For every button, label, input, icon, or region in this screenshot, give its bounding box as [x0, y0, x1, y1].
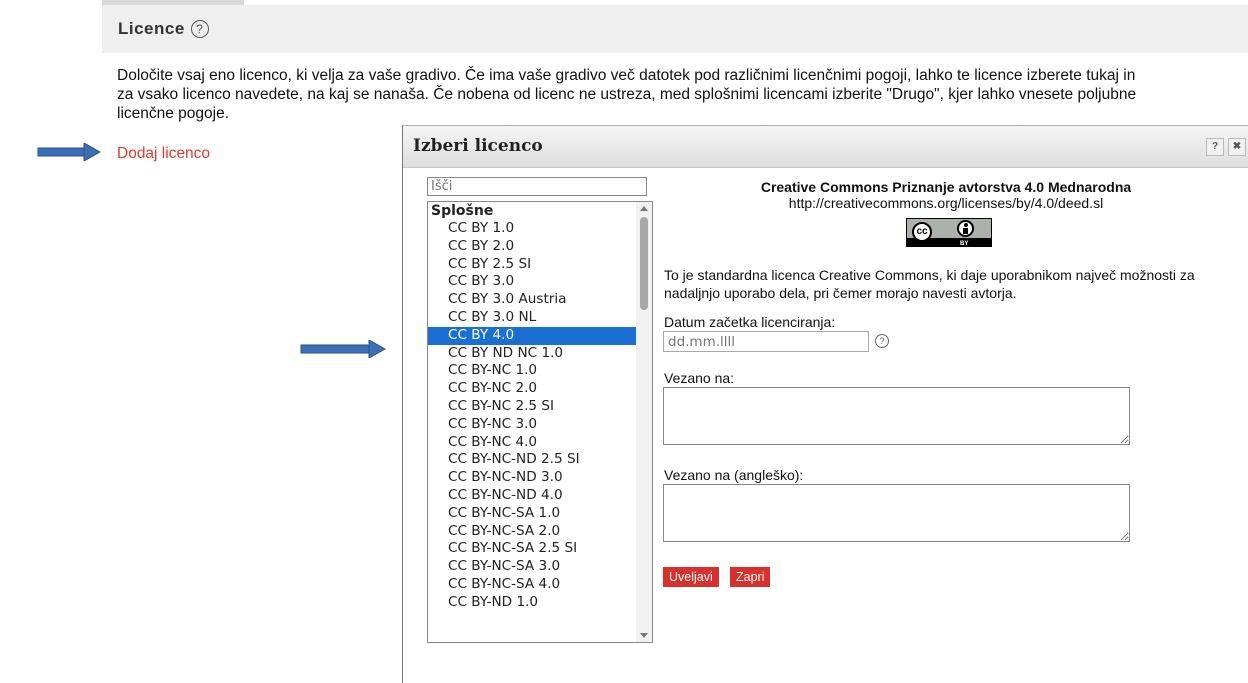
license-option[interactable]: CC BY-NC-ND 2.5 SI: [428, 451, 636, 469]
cc-by-badge-icon: cc BY: [906, 218, 992, 247]
license-option[interactable]: CC BY-NC 1.0: [428, 362, 636, 380]
linked-label: Vezano na:: [664, 370, 735, 386]
license-option[interactable]: CC BY-NC-SA 2.0: [428, 523, 636, 541]
license-option[interactable]: CC BY-NC-SA 1.0: [428, 505, 636, 523]
license-option[interactable]: CC BY 3.0 Austria: [428, 291, 636, 309]
list-scrollbar[interactable]: [636, 202, 652, 642]
dialog-titlebar[interactable]: Izberi licenco ? ✖: [403, 126, 1248, 168]
annotation-arrow-icon: [37, 143, 101, 161]
dialog-title: Izberi licenco: [413, 136, 543, 156]
license-listbox[interactable]: Splošne CC BY 1.0 CC BY 2.0 CC BY 2.5 SI CC…: [427, 201, 653, 643]
license-option[interactable]: CC BY-NC 3.0: [428, 416, 636, 434]
date-field[interactable]: [663, 331, 869, 352]
license-option[interactable]: CC BY-NC-ND 3.0: [428, 469, 636, 487]
license-option[interactable]: CC BY-NC-SA 4.0: [428, 576, 636, 594]
license-summary: To je standardna licenca Creative Common…: [664, 267, 1195, 301]
license-option[interactable]: CC BY 4.0: [428, 326, 636, 345]
license-option[interactable]: CC BY ND NC 1.0: [428, 345, 636, 363]
add-license-link[interactable]: Dodaj licenco: [117, 145, 210, 163]
section-title: Licence?: [118, 19, 209, 39]
license-option[interactable]: CC BY 2.0: [428, 238, 636, 256]
license-option[interactable]: CC BY 3.0: [428, 273, 636, 291]
scrollbar-thumb[interactable]: [640, 217, 648, 310]
scroll-up-icon[interactable]: [640, 206, 648, 211]
list-group-label: Splošne: [431, 203, 494, 219]
license-option[interactable]: CC BY-NC 2.5 SI: [428, 398, 636, 416]
license-option[interactable]: CC BY-NC-ND 4.0: [428, 487, 636, 505]
close-dialog-button[interactable]: Zapri: [730, 567, 771, 587]
license-option[interactable]: CC BY-NC-SA 3.0: [428, 558, 636, 576]
close-icon[interactable]: ✖: [1228, 138, 1246, 156]
help-icon[interactable]: ?: [875, 334, 889, 348]
annotation-arrow-icon: [300, 340, 386, 358]
section-header: Licence?: [102, 5, 1248, 53]
license-title: Creative Commons Priznanje avtorstva 4.0…: [760, 179, 1132, 195]
license-option[interactable]: CC BY 3.0 NL: [428, 309, 636, 327]
license-option[interactable]: CC BY 2.5 SI: [428, 256, 636, 274]
scroll-down-icon[interactable]: [640, 633, 648, 638]
help-button[interactable]: ?: [1206, 138, 1224, 156]
license-option[interactable]: CC BY-NC 4.0: [428, 434, 636, 452]
license-option[interactable]: CC BY-ND 1.0: [428, 594, 636, 612]
license-option[interactable]: CC BY-NC 2.0: [428, 380, 636, 398]
license-option[interactable]: CC BY-NC-SA 2.5 SI: [428, 540, 636, 558]
license-url: http://creativecommons.org/licenses/by/4…: [788, 195, 1104, 211]
linked-en-label: Vezano na (angleško):: [664, 467, 804, 483]
search-input[interactable]: [427, 177, 647, 196]
linked-textarea[interactable]: [663, 387, 1130, 445]
date-label: Datum začetka licenciranja:: [664, 314, 836, 330]
apply-button[interactable]: Uveljavi: [663, 567, 719, 587]
help-icon[interactable]: ?: [190, 20, 209, 38]
linked-en-textarea[interactable]: [663, 484, 1130, 542]
license-description-text: Določite vsaj eno licenco, ki velja za v…: [117, 67, 1137, 122]
choose-license-dialog: Izberi licenco ? ✖ Splošne CC BY 1.0CC B…: [402, 125, 1248, 683]
license-option[interactable]: CC BY 1.0: [428, 220, 636, 238]
